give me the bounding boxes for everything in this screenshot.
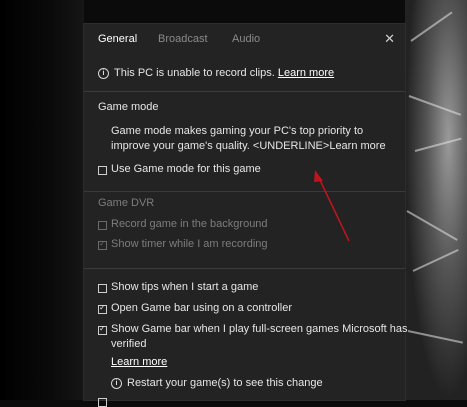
annotation-arrow xyxy=(314,170,350,242)
annotation-arrow-line xyxy=(317,175,350,242)
annotation-arrow-head xyxy=(314,170,323,182)
